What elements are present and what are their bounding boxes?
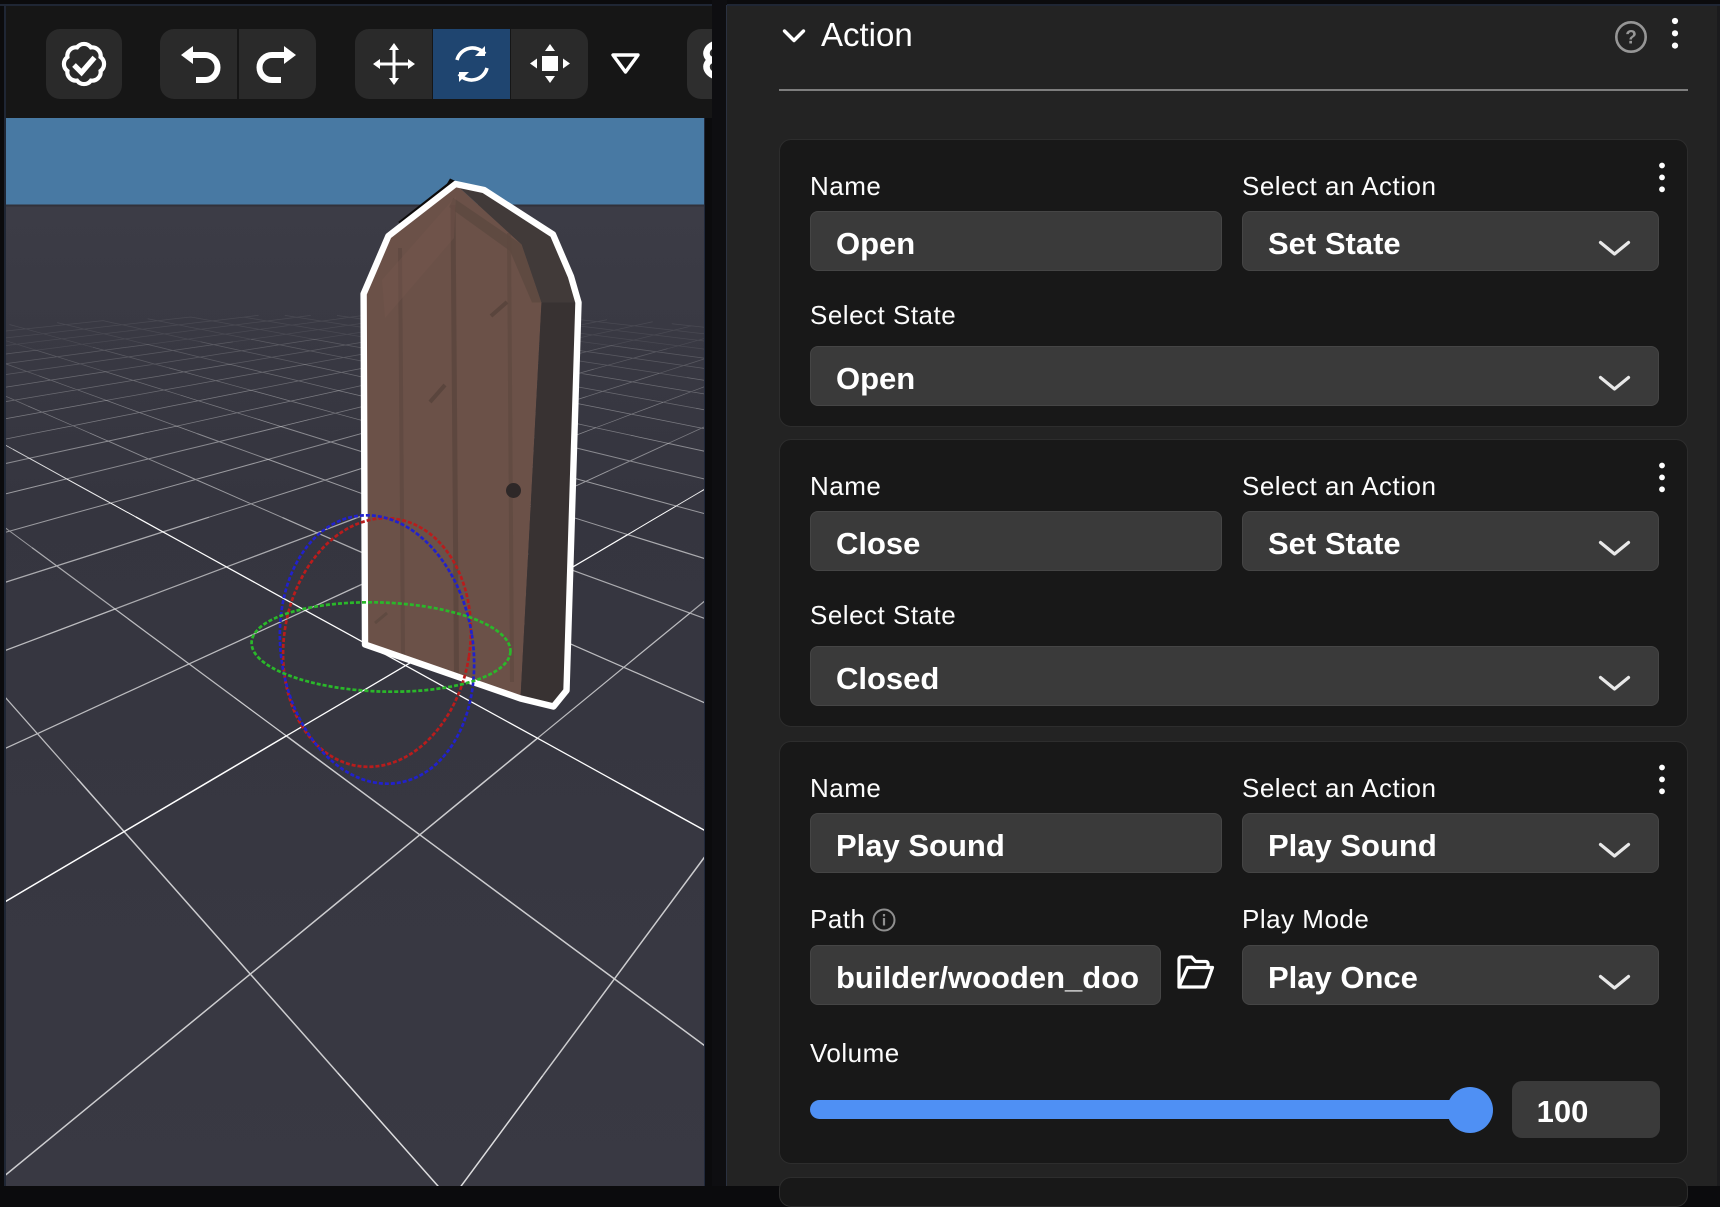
svg-text:?: ? <box>1625 28 1637 49</box>
